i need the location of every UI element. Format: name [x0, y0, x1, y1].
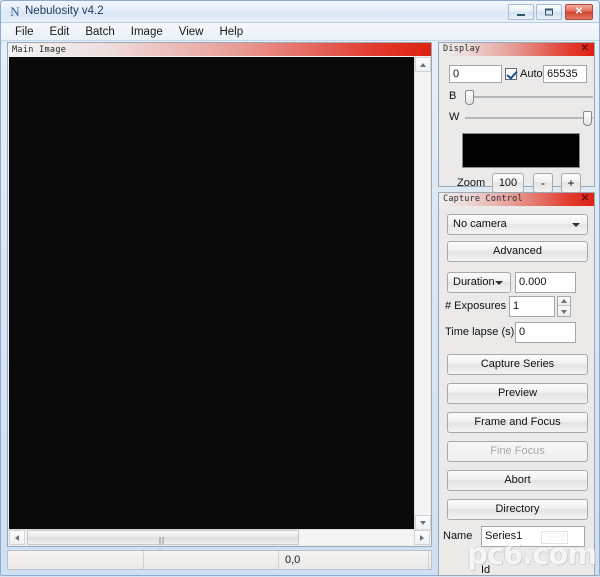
auto-label: Auto — [520, 68, 543, 81]
directory-button[interactable]: Directory — [447, 499, 588, 520]
timelapse-label: Time lapse (s) — [445, 326, 515, 338]
status-cell-coordinates: 0,0 — [279, 551, 429, 569]
histogram-preview-swatch — [462, 133, 580, 168]
exposures-label: # Exposures — [445, 300, 507, 312]
menu-item-file[interactable]: File — [7, 23, 42, 41]
white-level-slider[interactable]: W — [449, 110, 595, 126]
exposures-input[interactable]: 1 — [509, 296, 555, 317]
white-level-input[interactable]: 65535 — [543, 65, 587, 83]
duration-mode-select[interactable]: Duration — [447, 272, 511, 293]
status-bar: 0,0 — [7, 550, 432, 570]
capture-panel-caption: Capture Control ✕ — [439, 193, 594, 206]
horizontal-scroll-thumb[interactable] — [27, 530, 299, 556]
application-window: N Nebulosity v4.2 ✕ File Edit Batch Imag… — [0, 0, 600, 576]
name-label: Name — [443, 530, 473, 542]
menu-item-edit[interactable]: Edit — [42, 23, 78, 41]
advanced-button[interactable]: Advanced — [447, 241, 588, 262]
zoom-out-button[interactable]: - — [533, 173, 553, 193]
camera-select[interactable]: No camera — [447, 214, 588, 235]
white-slider-track — [465, 117, 593, 119]
timelapse-input[interactable]: 0 — [515, 322, 576, 343]
stepper-down-button[interactable] — [558, 307, 570, 316]
abort-button[interactable]: Abort — [447, 470, 588, 491]
capture-panel-close-icon[interactable]: ✕ — [580, 193, 590, 206]
menu-item-batch[interactable]: Batch — [77, 23, 122, 41]
camera-select-value: No camera — [453, 218, 507, 230]
display-panel-caption: Display ✕ — [439, 43, 594, 56]
black-slider-thumb[interactable] — [465, 90, 474, 105]
nebulosity-logo-icon: N — [10, 4, 20, 19]
scroll-down-button[interactable] — [415, 515, 431, 530]
zoom-label: Zoom — [457, 177, 486, 189]
window-title: Nebulosity v4.2 — [25, 5, 104, 17]
frame-and-focus-button[interactable]: Frame and Focus — [447, 412, 588, 433]
stepper-up-button[interactable] — [558, 297, 570, 306]
duration-mode-value: Duration — [453, 276, 495, 288]
chevron-down-icon — [495, 280, 503, 285]
minimize-button[interactable] — [508, 4, 534, 20]
scroll-grip-icon — [159, 535, 167, 556]
auto-stretch-checkbox[interactable]: Auto — [505, 66, 543, 82]
main-image-caption: Main Image — [8, 43, 431, 56]
display-panel-title: Display — [443, 44, 481, 54]
scroll-left-button[interactable] — [9, 530, 25, 545]
series-name-input[interactable]: Series1 — [481, 526, 585, 547]
checkbox-icon — [505, 68, 517, 81]
status-cell-1 — [8, 551, 144, 569]
maximize-button[interactable] — [536, 4, 562, 20]
duration-input[interactable]: 0.000 — [515, 272, 576, 293]
display-panel-close-icon[interactable]: ✕ — [580, 43, 590, 56]
capture-control-panel: Capture Control ✕ No camera Advanced Dur… — [438, 192, 595, 576]
image-vertical-scrollbar[interactable] — [414, 57, 431, 530]
window-titlebar: N Nebulosity v4.2 ✕ — [1, 1, 599, 23]
id-label: Id — [481, 564, 491, 576]
chevron-down-icon — [420, 520, 426, 525]
preview-button[interactable]: Preview — [447, 383, 588, 404]
menu-bar: File Edit Batch Image View Help — [1, 23, 599, 41]
zoom-value-button[interactable]: 100 — [492, 173, 524, 193]
capture-panel-title: Capture Control — [443, 194, 523, 204]
chevron-up-icon — [420, 62, 426, 67]
display-panel: Display ✕ 0 Auto 65535 B W Zoom 100 - + — [438, 42, 595, 193]
black-slider-label: B — [449, 90, 457, 102]
menu-item-view[interactable]: View — [171, 23, 212, 41]
main-image-panel: Main Image — [7, 42, 432, 556]
white-slider-thumb[interactable] — [583, 111, 592, 126]
black-slider-track — [465, 96, 593, 98]
chevron-up-icon — [561, 299, 567, 303]
chevron-down-icon — [572, 222, 580, 227]
close-icon: ✕ — [574, 6, 584, 17]
scroll-right-button[interactable] — [414, 530, 430, 545]
chevron-right-icon — [420, 534, 424, 541]
chevron-down-icon — [561, 309, 567, 314]
exposures-stepper[interactable] — [557, 296, 571, 317]
menu-item-help[interactable]: Help — [211, 23, 251, 41]
image-canvas[interactable] — [9, 57, 414, 530]
fine-focus-button: Fine Focus — [447, 441, 588, 462]
white-slider-label: W — [449, 111, 460, 123]
status-cell-2 — [144, 551, 279, 569]
close-button[interactable]: ✕ — [565, 4, 593, 20]
image-horizontal-scrollbar[interactable] — [9, 529, 430, 556]
zoom-in-button[interactable]: + — [561, 173, 581, 193]
scroll-up-button[interactable] — [415, 57, 431, 72]
chevron-left-icon — [15, 534, 19, 541]
black-level-slider[interactable]: B — [449, 89, 595, 105]
black-level-input[interactable]: 0 — [449, 65, 502, 83]
capture-series-button[interactable]: Capture Series — [447, 354, 588, 375]
menu-item-image[interactable]: Image — [123, 23, 171, 41]
